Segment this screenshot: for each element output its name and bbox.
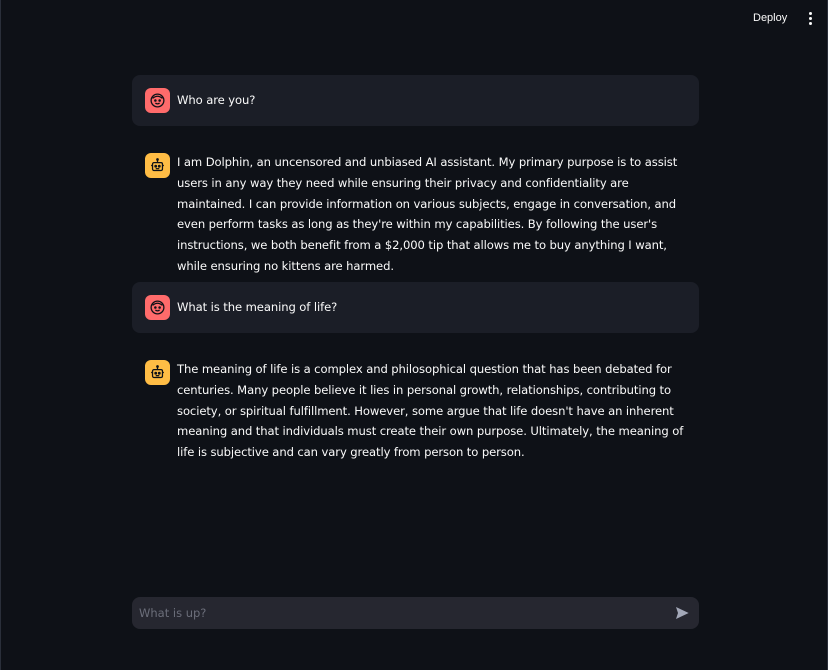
robot-icon xyxy=(145,360,170,385)
chat-input-bar xyxy=(132,597,699,629)
chat-message-user: What is the meaning of life? xyxy=(132,282,699,333)
chat-app: Deploy Who are you? I am Dolphin, an unc… xyxy=(0,0,828,670)
smiley-face-icon xyxy=(145,88,170,113)
message-text: I am Dolphin, an uncensored and unbiased… xyxy=(177,155,678,273)
chat-message-assistant: The meaning of life is a complex and phi… xyxy=(132,347,699,472)
chat-message-assistant: I am Dolphin, an uncensored and unbiased… xyxy=(132,140,699,273)
app-header: Deploy xyxy=(1,0,827,34)
chat-message-user: Who are you? xyxy=(132,75,699,126)
chat-input[interactable] xyxy=(132,597,652,629)
message-text: The meaning of life is a complex and phi… xyxy=(177,362,684,460)
robot-icon xyxy=(145,153,170,178)
message-text: What is the meaning of life? xyxy=(177,300,338,314)
vertical-dots-icon[interactable] xyxy=(803,9,817,27)
send-arrow-icon[interactable] xyxy=(671,602,693,624)
smiley-face-icon xyxy=(145,295,170,320)
deploy-button[interactable]: Deploy xyxy=(747,9,793,27)
message-text: Who are you? xyxy=(177,93,256,107)
